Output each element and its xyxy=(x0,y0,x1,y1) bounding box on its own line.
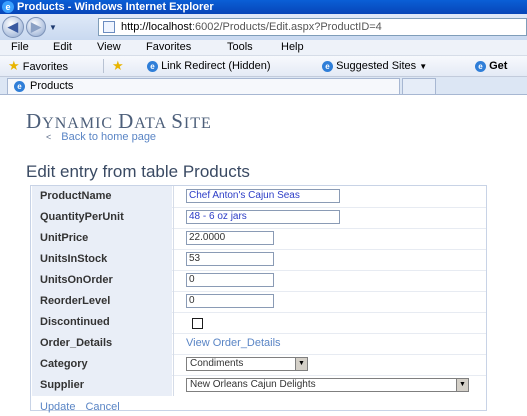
tab-ie-icon: e xyxy=(14,81,25,92)
field-label: Discontinued xyxy=(40,316,110,328)
menu-file[interactable]: File xyxy=(11,41,29,54)
supplier-selected-value: New Orleans Cajun Delights xyxy=(190,379,316,390)
form-row-supplier: Supplier New Orleans Cajun Delights ▼ xyxy=(32,375,486,396)
forward-button[interactable]: ▶ xyxy=(26,17,46,37)
menu-edit[interactable]: Edit xyxy=(53,41,72,54)
unitsonorder-input[interactable]: 0 xyxy=(186,273,274,287)
add-to-favorites-button[interactable]: ★ xyxy=(112,59,124,74)
dropdown-arrow-icon: ▼ xyxy=(456,379,468,391)
chevron-down-icon: ▼ xyxy=(419,62,428,71)
category-select[interactable]: Condiments ▼ xyxy=(186,357,308,371)
update-link[interactable]: Update xyxy=(40,401,75,413)
discontinued-checkbox[interactable] xyxy=(192,318,203,329)
favorite-link-redirect[interactable]: e Link Redirect (Hidden) xyxy=(147,59,271,73)
field-label: UnitsInStock xyxy=(40,253,108,265)
page-title: Edit entry from table Products xyxy=(26,162,250,181)
tab-label: Products xyxy=(30,80,74,92)
window-title: Products - Windows Internet Explorer xyxy=(17,1,214,13)
ie-page-icon: e xyxy=(147,60,158,72)
favorite-suggested-sites[interactable]: e Suggested Sites ▼ xyxy=(322,59,427,74)
menu-tools[interactable]: Tools xyxy=(227,41,253,54)
category-selected-value: Condiments xyxy=(190,358,244,369)
back-arrow-icon: < xyxy=(46,132,52,142)
unitsinstock-input[interactable]: 53 xyxy=(186,252,274,266)
back-to-home-label: Back to home page xyxy=(61,131,157,143)
ie-page-icon: e xyxy=(475,60,486,72)
tab-row: e Products xyxy=(0,77,527,95)
menu-view[interactable]: View xyxy=(97,41,121,54)
field-label: Supplier xyxy=(40,379,85,391)
page-icon xyxy=(103,21,115,33)
form-row-quantityperunit: QuantityPerUnit 48 - 6 oz jars xyxy=(32,207,486,229)
add-favorite-icon: ★ xyxy=(112,58,124,73)
favorites-label: Favorites xyxy=(22,61,68,73)
favorites-bar: ★ Favorites ★ e Link Redirect (Hidden) e… xyxy=(0,56,527,77)
form-row-unitsinstock: UnitsInStock 53 xyxy=(32,249,486,271)
new-tab-button[interactable] xyxy=(402,78,436,94)
form-row-order-details: Order_Details View Order_Details xyxy=(32,333,486,355)
favorites-button[interactable]: ★ Favorites xyxy=(8,59,68,74)
supplier-select[interactable]: New Orleans Cajun Delights ▼ xyxy=(186,378,469,392)
tab-products[interactable]: e Products xyxy=(7,78,400,94)
view-order-details-link[interactable]: View Order_Details xyxy=(186,337,281,349)
suggested-sites-label: Suggested Sites xyxy=(336,60,417,72)
field-label: QuantityPerUnit xyxy=(40,211,124,223)
address-bar[interactable]: http://localhost:6002/Products/Edit.aspx… xyxy=(98,18,527,36)
field-label: ReorderLevel xyxy=(40,295,111,307)
form-row-category: Category Condiments ▼ xyxy=(32,354,486,376)
form-row-reorderlevel: ReorderLevel 0 xyxy=(32,291,486,313)
form-row-unitprice: UnitPrice 22.0000 xyxy=(32,228,486,250)
ie-logo-icon: e xyxy=(2,1,14,13)
recent-pages-dropdown-icon[interactable]: ▼ xyxy=(49,23,57,32)
quantityperunit-input[interactable]: 48 - 6 oz jars xyxy=(186,210,340,224)
forward-arrow-icon: ▶ xyxy=(31,19,41,34)
cancel-link[interactable]: Cancel xyxy=(85,401,119,413)
form-actions: Update Cancel xyxy=(40,401,120,413)
productname-input[interactable]: Chef Anton's Cajun Seas xyxy=(186,189,340,203)
form-row-discontinued: Discontinued xyxy=(32,312,486,334)
field-label: Order_Details xyxy=(40,337,113,349)
form-row-unitsonorder: UnitsOnOrder 0 xyxy=(32,270,486,292)
field-label: UnitPrice xyxy=(40,232,89,244)
back-to-home-link[interactable]: < Back to home page xyxy=(46,131,156,143)
menu-favorites[interactable]: Favorites xyxy=(146,41,191,54)
window-title-bar: e Products - Windows Internet Explorer xyxy=(0,0,527,14)
address-toolbar: ◀ ▶ ▼ http://localhost:6002/Products/Edi… xyxy=(0,14,527,40)
favorite-get[interactable]: e Get xyxy=(475,59,507,73)
form-row-productname: ProductName Chef Anton's Cajun Seas xyxy=(32,186,486,208)
field-label: Category xyxy=(40,358,88,370)
dropdown-arrow-icon: ▼ xyxy=(295,358,307,370)
back-arrow-icon: ◀ xyxy=(8,19,18,34)
favorites-separator xyxy=(103,59,104,73)
favorites-star-icon: ★ xyxy=(8,58,20,73)
back-button[interactable]: ◀ xyxy=(2,16,24,38)
field-label: ProductName xyxy=(40,190,112,202)
field-label: UnitsOnOrder xyxy=(40,274,113,286)
favorite-link-redirect-label: Link Redirect (Hidden) xyxy=(161,60,271,72)
page-content: DYNAMIC DATA SITE < Back to home page Edi… xyxy=(0,95,527,416)
menu-bar: File Edit View Favorites Tools Help xyxy=(0,40,527,56)
menu-help[interactable]: Help xyxy=(281,41,304,54)
reorderlevel-input[interactable]: 0 xyxy=(186,294,274,308)
unitprice-input[interactable]: 22.0000 xyxy=(186,231,274,245)
address-url[interactable]: http://localhost:6002/Products/Edit.aspx… xyxy=(121,20,382,35)
suggested-sites-icon: e xyxy=(322,60,333,72)
favorite-get-label: Get xyxy=(489,60,508,72)
